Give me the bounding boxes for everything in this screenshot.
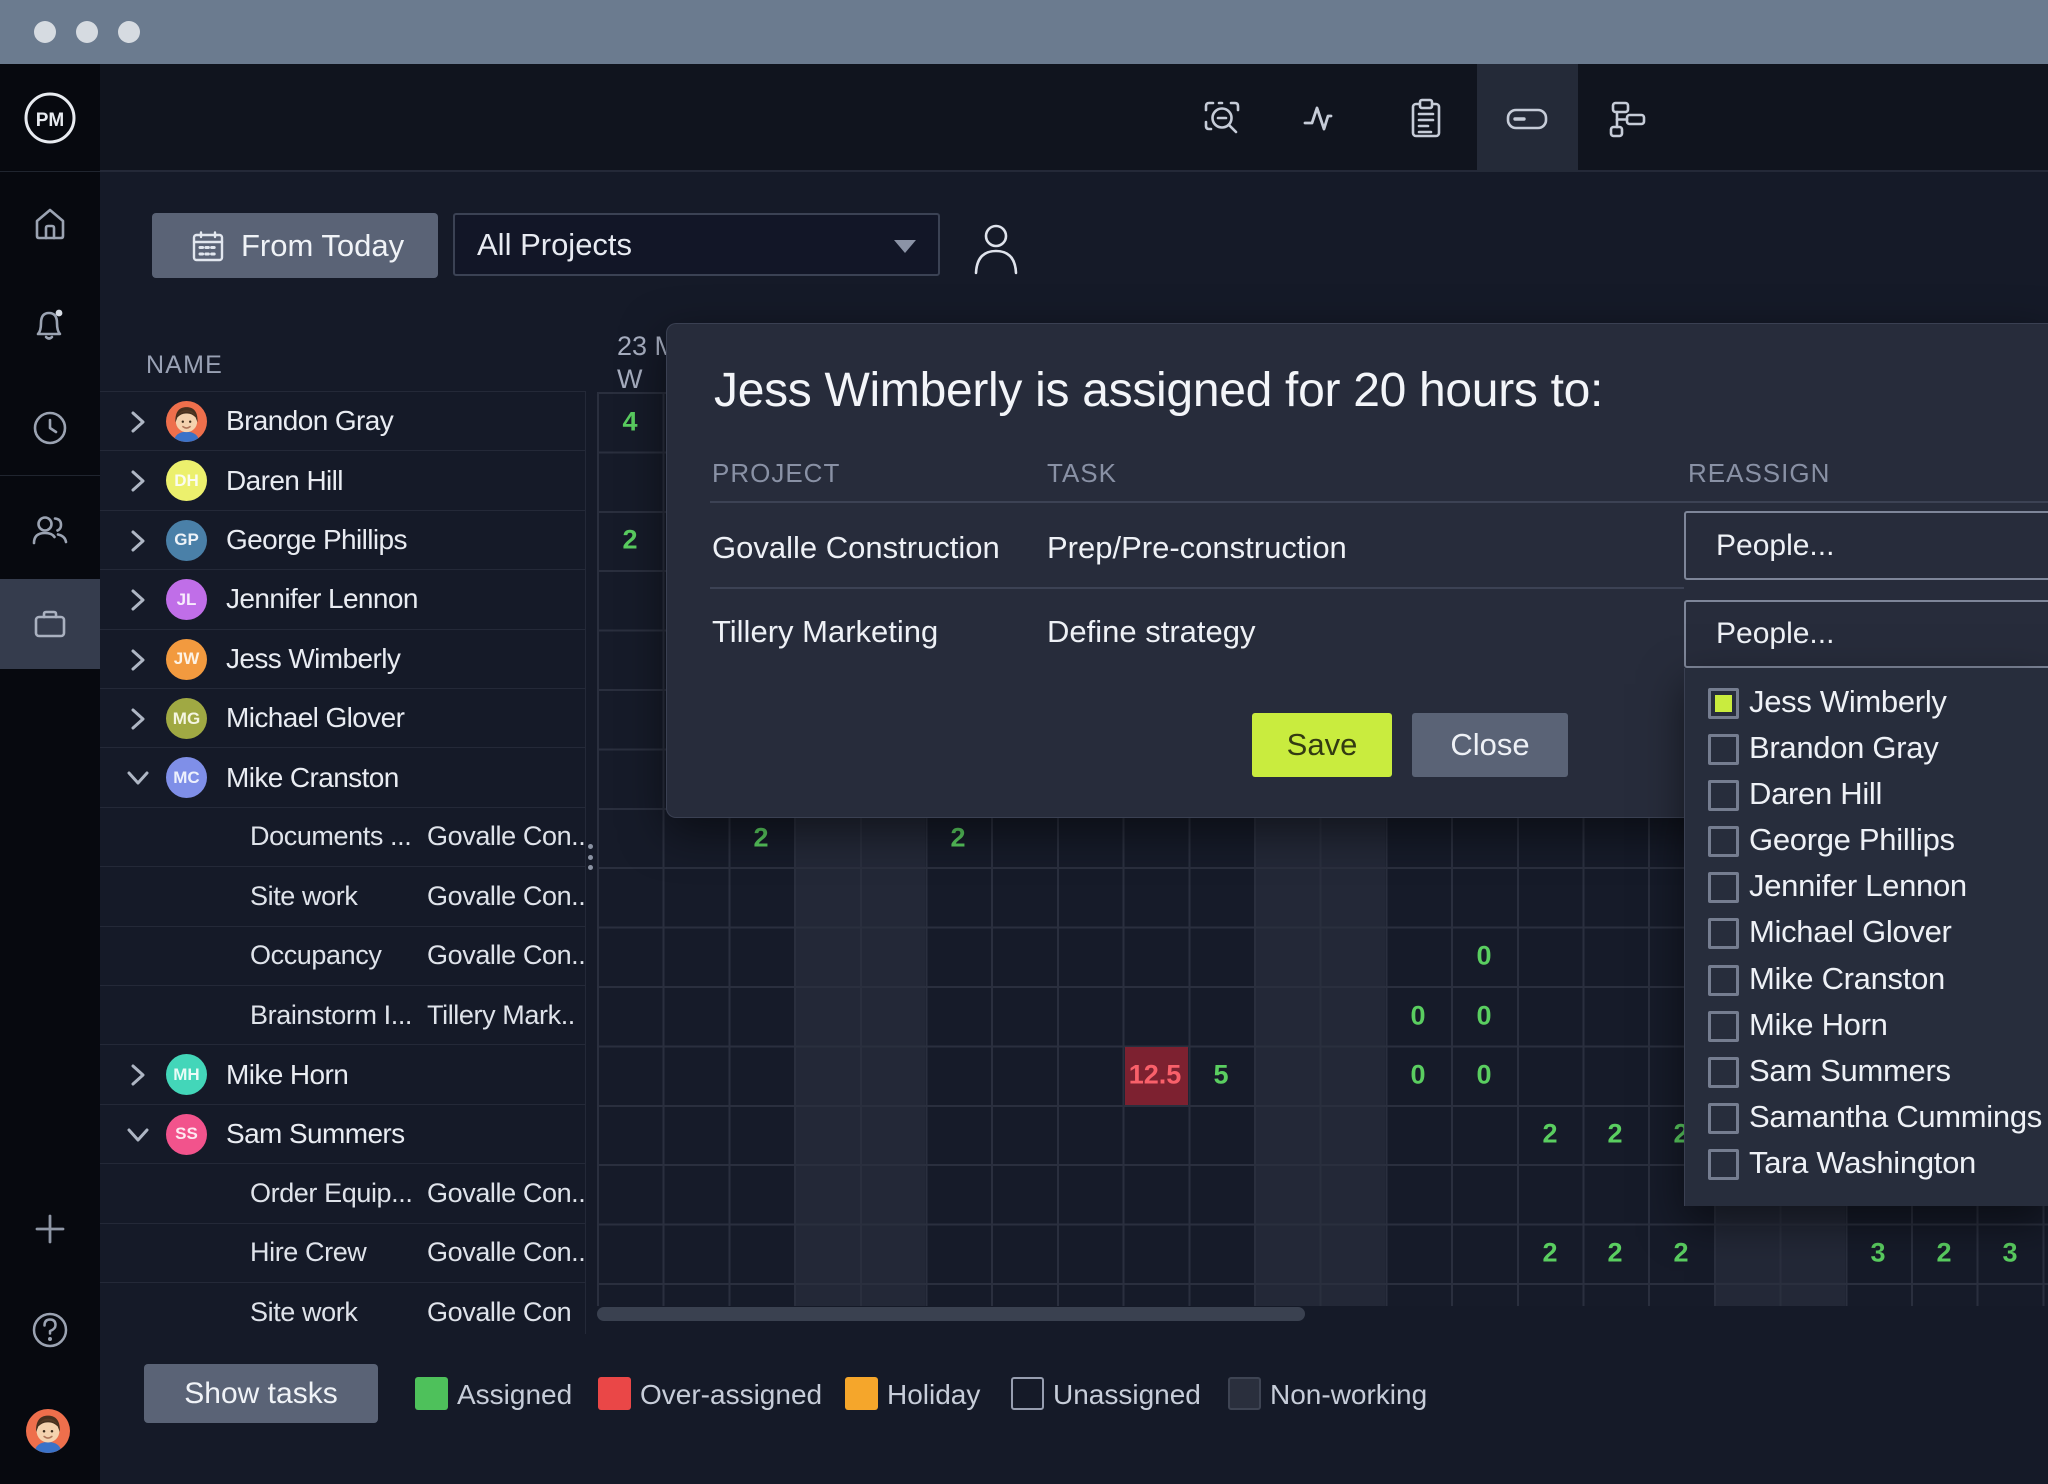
svg-text:PM: PM [36, 110, 65, 131]
